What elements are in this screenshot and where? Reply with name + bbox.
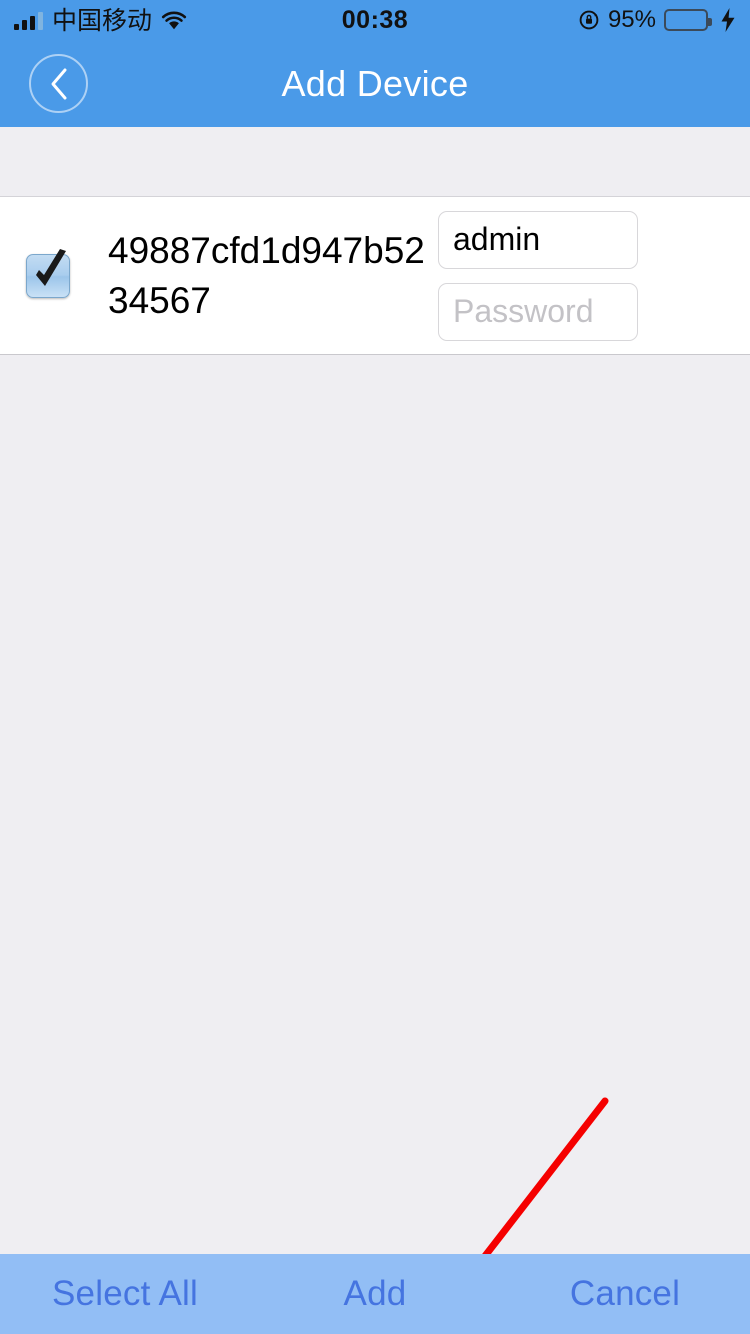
bottom-toolbar: Select All Add Cancel — [0, 1254, 750, 1334]
select-all-button[interactable]: Select All — [0, 1274, 250, 1314]
rotation-lock-icon — [578, 9, 600, 31]
nav-bar: Add Device — [0, 40, 750, 127]
battery-icon — [664, 9, 712, 31]
status-bar-right: 95% — [578, 6, 736, 34]
carrier-label: 中国移动 — [52, 5, 153, 35]
list-header-spacer — [0, 127, 750, 197]
table-row[interactable]: 49887cfd1d947b5234567 — [0, 197, 750, 355]
cancel-button[interactable]: Cancel — [500, 1274, 750, 1314]
device-list: 49887cfd1d947b5234567 — [0, 197, 750, 355]
battery-percent-label: 95% — [607, 6, 656, 33]
status-bar-left: 中国移动 — [14, 8, 187, 33]
add-device-screen: 中国移动 00:38 95% Add Device 49887cfd1d947b… — [0, 0, 750, 1334]
content-area: 49887cfd1d947b5234567 — [0, 127, 750, 1254]
password-input[interactable] — [438, 282, 638, 341]
device-id-label: 49887cfd1d947b5234567 — [108, 230, 425, 321]
username-input[interactable] — [438, 210, 638, 269]
credentials-group — [438, 210, 638, 341]
lightning-bolt-icon — [716, 8, 736, 32]
add-button[interactable]: Add — [250, 1274, 500, 1314]
wifi-icon — [161, 11, 187, 30]
page-title: Add Device — [281, 62, 469, 104]
status-bar: 中国移动 00:38 95% — [0, 0, 750, 40]
signal-bars-icon — [14, 11, 43, 30]
device-checkbox[interactable] — [26, 248, 70, 298]
